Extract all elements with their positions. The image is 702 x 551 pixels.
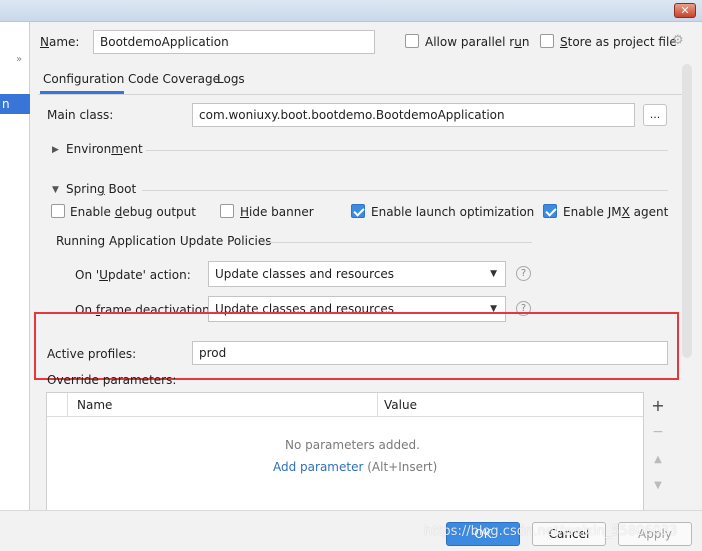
- watermark: https://blog.csdn.net/weixin_55806033: [424, 524, 678, 539]
- on-update-action-select[interactable]: Update classes and resources ▼: [208, 261, 506, 287]
- store-as-project-file-checkbox[interactable]: [540, 34, 554, 48]
- store-as-project-file-label[interactable]: Store as project file: [560, 35, 677, 49]
- override-parameters-label: Override parameters:: [47, 373, 177, 387]
- close-icon[interactable]: ✕: [674, 3, 696, 18]
- chevron-down-icon: ▼: [490, 269, 497, 279]
- spring-boot-collapse-icon[interactable]: ▼: [52, 185, 59, 195]
- column-divider: [67, 393, 68, 417]
- override-parameters-table[interactable]: Name Value No parameters added. Add para…: [46, 392, 644, 514]
- update-policies-separator: [262, 242, 532, 243]
- enable-launch-optimization-label[interactable]: Enable launch optimization: [371, 205, 534, 219]
- tab-divider: [38, 94, 682, 95]
- name-input[interactable]: BootdemoApplication: [93, 30, 375, 54]
- table-header: Name Value: [47, 393, 643, 417]
- move-up-icon[interactable]: ▲: [644, 454, 672, 465]
- name-label: Name:: [40, 35, 80, 49]
- tab-logs[interactable]: Logs: [217, 72, 245, 86]
- title-bar: ✕: [0, 0, 702, 22]
- expand-sidebar-icon[interactable]: »: [16, 54, 22, 65]
- enable-jmx-agent-label[interactable]: Enable JMX agent: [563, 205, 668, 219]
- hide-banner-label[interactable]: Hide banner: [240, 205, 314, 219]
- enable-launch-optimization-checkbox[interactable]: [351, 204, 365, 218]
- column-divider: [377, 393, 378, 417]
- move-down-icon[interactable]: ▼: [644, 480, 672, 491]
- allow-parallel-run-label[interactable]: Allow parallel run: [425, 35, 529, 49]
- allow-parallel-run-checkbox[interactable]: [405, 34, 419, 48]
- configurations-tree[interactable]: » n: [0, 22, 30, 510]
- enable-debug-output-checkbox[interactable]: [51, 204, 65, 218]
- hide-banner-checkbox[interactable]: [220, 204, 234, 218]
- remove-icon[interactable]: −: [644, 424, 672, 440]
- browse-main-class-button[interactable]: ...: [643, 104, 667, 126]
- panel-scrollbar[interactable]: [682, 64, 692, 358]
- table-toolbar: + − ▲ ▼: [644, 392, 672, 514]
- tab-configuration[interactable]: Configuration: [43, 72, 124, 86]
- environment-section-toggle[interactable]: Environment: [66, 142, 143, 156]
- spring-boot-section-toggle[interactable]: Spring Boot: [66, 182, 136, 196]
- tab-code-coverage[interactable]: Code Coverage: [128, 72, 220, 86]
- update-policies-title: Running Application Update Policies: [56, 234, 272, 248]
- help-icon[interactable]: ?: [516, 266, 531, 281]
- column-header-value[interactable]: Value: [384, 398, 417, 412]
- add-parameter-shortcut: (Alt+Insert): [363, 460, 438, 474]
- on-update-action-label: On 'Update' action:: [75, 268, 191, 282]
- empty-state-text: No parameters added.: [285, 438, 420, 452]
- gear-icon[interactable]: ⚙: [672, 33, 684, 48]
- environment-expand-icon[interactable]: ▶: [52, 145, 59, 155]
- spring-boot-separator: [142, 190, 668, 191]
- main-class-input[interactable]: com.woniuxy.boot.bootdemo.BootdemoApplic…: [192, 103, 635, 127]
- add-parameter-link[interactable]: Add parameter: [273, 460, 363, 474]
- environment-separator: [146, 150, 668, 151]
- column-header-name[interactable]: Name: [77, 398, 112, 412]
- main-class-label: Main class:: [47, 108, 114, 122]
- highlight-annotation: [34, 312, 679, 380]
- selected-config-item[interactable]: n: [0, 94, 30, 114]
- enable-debug-output-label[interactable]: Enable debug output: [70, 205, 196, 219]
- enable-jmx-agent-checkbox[interactable]: [543, 204, 557, 218]
- add-parameter-row: Add parameter (Alt+Insert): [273, 460, 437, 474]
- add-icon[interactable]: +: [644, 396, 672, 415]
